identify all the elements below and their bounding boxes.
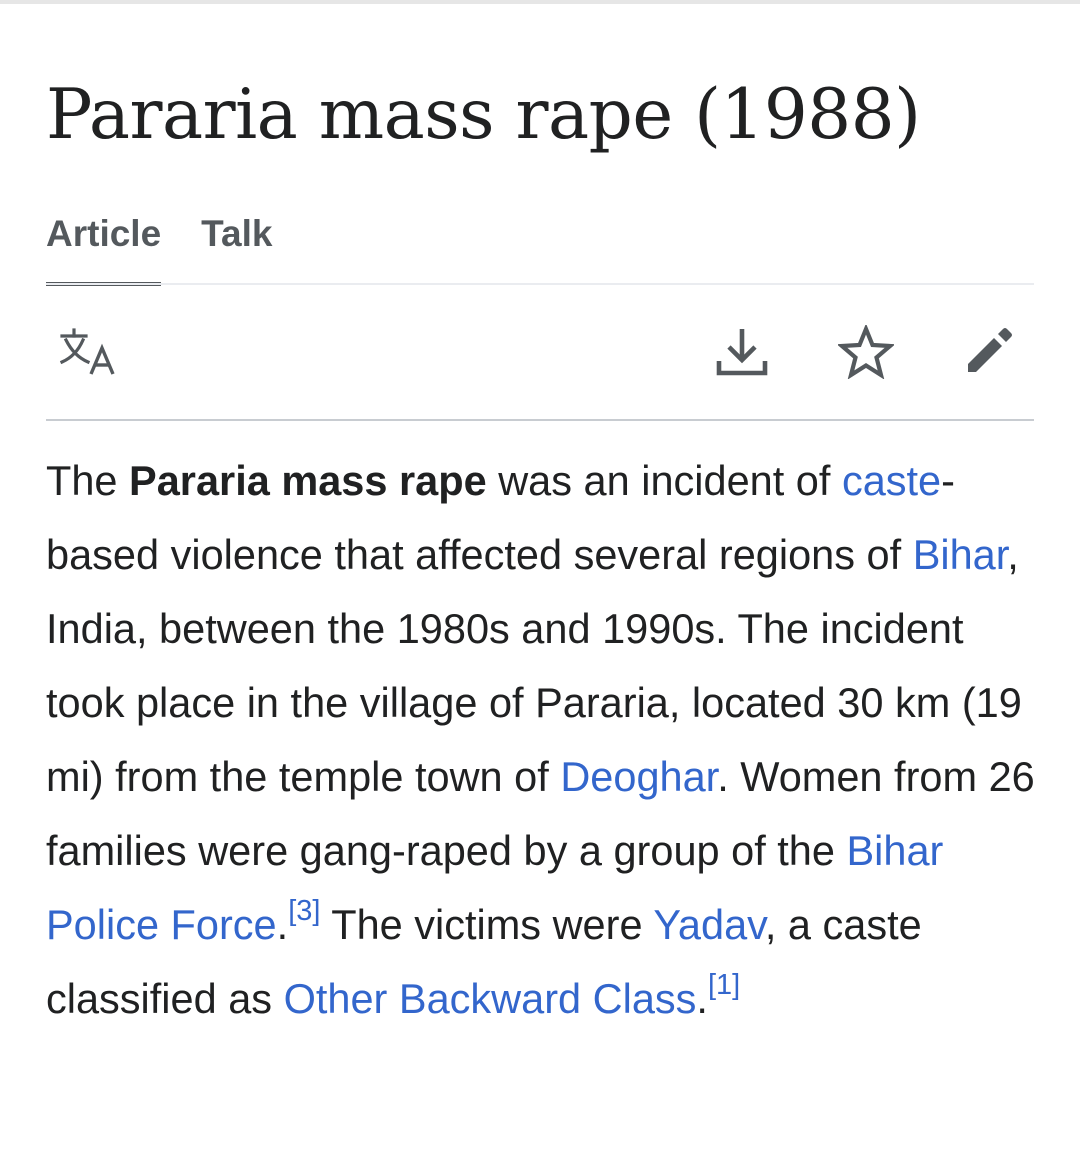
toolbar-divider <box>46 419 1034 421</box>
tabs-divider <box>46 283 1034 285</box>
text-run: . <box>696 975 708 1022</box>
download-icon[interactable] <box>710 320 774 384</box>
reference-3[interactable]: [3] <box>288 895 320 927</box>
top-edge-strip <box>0 0 1080 4</box>
text-run: The <box>46 457 130 504</box>
link-bihar[interactable]: Bihar <box>913 531 1008 578</box>
link-caste[interactable]: caste <box>842 457 941 504</box>
page-tabs: Article Talk <box>46 210 312 286</box>
tab-article[interactable]: Article <box>46 210 162 286</box>
reference-1[interactable]: [1] <box>708 969 740 1001</box>
text-run: The victims were <box>320 901 654 948</box>
text-run: was an incident of <box>486 457 842 504</box>
page-title: Pararia mass rape (1988) <box>46 75 921 155</box>
star-icon[interactable] <box>834 320 898 384</box>
text-run: . <box>276 901 289 948</box>
bold-term: Pararia mass rape <box>129 457 487 504</box>
article-paragraph: The Pararia mass rape was an incident of… <box>46 444 1036 1036</box>
tab-talk[interactable]: Talk <box>201 210 272 286</box>
edit-pencil-icon[interactable] <box>956 320 1020 384</box>
link-yadav[interactable]: Yadav <box>653 901 765 948</box>
link-deoghar[interactable]: Deoghar <box>560 753 717 800</box>
language-icon[interactable] <box>56 320 120 384</box>
link-other-backward-class[interactable]: Other Backward Class <box>284 975 697 1022</box>
